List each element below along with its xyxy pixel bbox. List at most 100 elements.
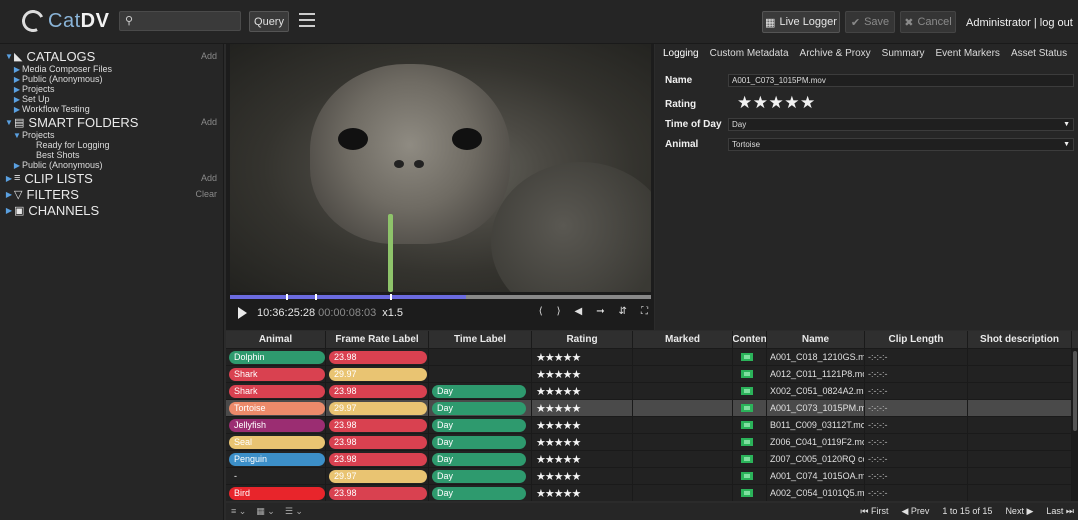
- animal-tag: Tortoise: [229, 401, 325, 415]
- smart-folder-item[interactable]: Ready for Logging: [0, 140, 223, 150]
- timeline-marker[interactable]: [315, 294, 317, 300]
- column-header[interactable]: Conten: [733, 331, 767, 348]
- frame-rate-tag: 23.98: [329, 384, 427, 398]
- content-cell: [733, 451, 767, 467]
- smart-folder-item[interactable]: Best Shots: [0, 150, 223, 160]
- expand-right-icon[interactable]: ▶: [12, 95, 22, 104]
- rating-cell: ★★★★★: [532, 417, 633, 433]
- tab-archive-proxy[interactable]: Archive & Proxy: [800, 48, 871, 59]
- mark-out-icon[interactable]: ⟩: [557, 306, 561, 317]
- expand-right-icon[interactable]: ▶: [4, 174, 14, 183]
- catalog-item[interactable]: ▶ Workflow Testing: [0, 104, 223, 114]
- go-to-out-icon[interactable]: ➞: [596, 306, 604, 317]
- search-input[interactable]: ⚲: [119, 11, 241, 31]
- column-header[interactable]: Animal: [226, 331, 326, 348]
- expand-right-icon[interactable]: ▶: [12, 85, 22, 94]
- expand-right-icon[interactable]: ▶: [12, 65, 22, 74]
- timeline-scrubber[interactable]: [230, 294, 651, 300]
- column-header[interactable]: Shot description: [968, 331, 1072, 348]
- next-page-button[interactable]: Next ▶: [1005, 506, 1033, 517]
- expand-right-icon[interactable]: ▶: [4, 206, 14, 215]
- frame-rate-tag: 23.98: [329, 452, 427, 466]
- expand-right-icon[interactable]: ▶: [12, 105, 22, 114]
- tab-asset-status[interactable]: Asset Status: [1011, 48, 1067, 59]
- timecode: 10:36:25:28: [257, 307, 316, 319]
- save-button[interactable]: ✔ Save: [845, 11, 895, 33]
- column-header[interactable]: Clip Length: [865, 331, 968, 348]
- column-header[interactable]: Name: [767, 331, 865, 348]
- tab-summary[interactable]: Summary: [882, 48, 925, 59]
- time-label-tag: Day: [432, 384, 526, 398]
- go-to-in-icon[interactable]: ◀: [575, 306, 583, 317]
- timeline-marker[interactable]: [286, 294, 288, 300]
- video-frame[interactable]: [230, 44, 651, 292]
- video-grass-shape: [388, 214, 393, 292]
- name-field[interactable]: A001_C073_1015PM.mov: [728, 73, 1074, 87]
- column-header[interactable]: Rating: [532, 331, 633, 348]
- smart-folder-public[interactable]: ▶ Public (Anonymous): [0, 160, 223, 170]
- expand-down-icon[interactable]: ▼: [4, 52, 14, 61]
- playback-speed[interactable]: x1.5: [382, 307, 403, 319]
- smart-folder-projects[interactable]: ▼ Projects: [0, 130, 223, 140]
- play-icon[interactable]: [238, 307, 247, 319]
- expand-down-icon[interactable]: ▼: [4, 118, 14, 127]
- expand-right-icon[interactable]: ▶: [12, 161, 22, 170]
- expand-right-icon[interactable]: ▶: [12, 75, 22, 84]
- play-in-out-icon[interactable]: ⇵: [619, 306, 627, 317]
- fullscreen-icon[interactable]: ⛶: [641, 306, 648, 317]
- table-row[interactable]: Penguin 23.98 Day ★★★★★ Z007_C005_0120RQ cop…: [226, 451, 1078, 468]
- shot-description-cell: [968, 468, 1072, 484]
- catalog-item[interactable]: ▶ Media Composer Files: [0, 64, 223, 74]
- tab-logging[interactable]: Logging: [663, 48, 699, 59]
- table-row[interactable]: Jellyfish 23.98 Day ★★★★★ B011_C009_03112T.m…: [226, 417, 1078, 434]
- tab-event-markers[interactable]: Event Markers: [935, 48, 999, 59]
- time-label-cell: Day: [429, 451, 532, 467]
- table-row[interactable]: Tortoise 29.97 Day ★★★★★ A001_C073_1015PM.mo…: [226, 400, 1078, 417]
- query-button[interactable]: Query: [249, 11, 289, 32]
- timeline-marker[interactable]: [390, 294, 392, 300]
- animal-label: Animal: [665, 138, 699, 150]
- column-options-icon[interactable]: ☰ ⌄: [285, 506, 303, 517]
- table-row[interactable]: Bird 23.98 Day ★★★★★ A002_C054_0101Q5.mo -:-:…: [226, 485, 1078, 501]
- clip-lists-add-button[interactable]: Add: [201, 173, 217, 183]
- table-row[interactable]: Shark 29.97 ★★★★★ A012_C011_1121P8.mo -:-:-:…: [226, 366, 1078, 383]
- catalog-item[interactable]: ▶ Public (Anonymous): [0, 74, 223, 84]
- menu-icon[interactable]: [299, 13, 315, 27]
- time-label-cell: [429, 349, 532, 365]
- tab-custom-metadata[interactable]: Custom Metadata: [710, 48, 789, 59]
- catalog-item[interactable]: ▶ Projects: [0, 84, 223, 94]
- catalogs-add-button[interactable]: Add: [201, 51, 217, 61]
- time-of-day-select[interactable]: Day ▼: [728, 117, 1074, 131]
- table-row[interactable]: - 29.97 Day ★★★★★ A001_C074_1015OA.mo -:-:-:-: [226, 468, 1078, 485]
- animal-select[interactable]: Tortoise ▼: [728, 137, 1074, 151]
- table-row[interactable]: Shark 23.98 Day ★★★★★ X002_C051_0824A2.mo -:-…: [226, 383, 1078, 400]
- mark-in-icon[interactable]: ⟨: [539, 306, 543, 317]
- last-page-button[interactable]: Last ⏭: [1046, 506, 1074, 517]
- grid-view-icon[interactable]: ▦ ⌄: [256, 506, 275, 517]
- prev-page-button[interactable]: ◀ Prev: [901, 506, 929, 517]
- filters-header[interactable]: ▶ ▽ FILTERS Clear: [0, 186, 223, 202]
- first-page-button[interactable]: ⏮ First: [860, 506, 888, 517]
- smart-folders-header[interactable]: ▼ ▤ SMART FOLDERS Add: [0, 114, 223, 130]
- expand-right-icon[interactable]: ▶: [4, 190, 14, 199]
- clip-lists-header[interactable]: ▶ ≡ CLIP LISTS Add: [0, 170, 223, 186]
- logout-link[interactable]: log out: [1040, 17, 1073, 29]
- channels-header[interactable]: ▶ ▣ CHANNELS: [0, 202, 223, 218]
- catalogs-header[interactable]: ▼ ◣ CATALOGS Add: [0, 48, 223, 64]
- column-header[interactable]: Time Label: [429, 331, 532, 348]
- live-logger-button[interactable]: ▦ Live Logger: [762, 11, 840, 33]
- cancel-button[interactable]: ✖ Cancel: [900, 11, 956, 33]
- expand-down-icon[interactable]: ▼: [12, 131, 22, 140]
- column-header[interactable]: Marked: [633, 331, 733, 348]
- shot-description-cell: [968, 349, 1072, 365]
- table-row[interactable]: Dolphin 23.98 ★★★★★ A001_C018_1210GS.mo -:-:…: [226, 349, 1078, 366]
- column-header[interactable]: Frame Rate Label: [326, 331, 429, 348]
- table-row[interactable]: Seal 23.98 Day ★★★★★ Z006_C041_0119F2.mo -:-:…: [226, 434, 1078, 451]
- vertical-scrollbar[interactable]: [1072, 349, 1078, 501]
- smart-folders-add-button[interactable]: Add: [201, 117, 217, 127]
- rating-stars[interactable]: ★★★★★: [737, 93, 816, 113]
- channel-icon: ▣: [14, 204, 25, 217]
- filters-clear-button[interactable]: Clear: [195, 189, 217, 199]
- catalog-item[interactable]: ▶ Set Up: [0, 94, 223, 104]
- list-view-icon[interactable]: ≡ ⌄: [231, 506, 246, 517]
